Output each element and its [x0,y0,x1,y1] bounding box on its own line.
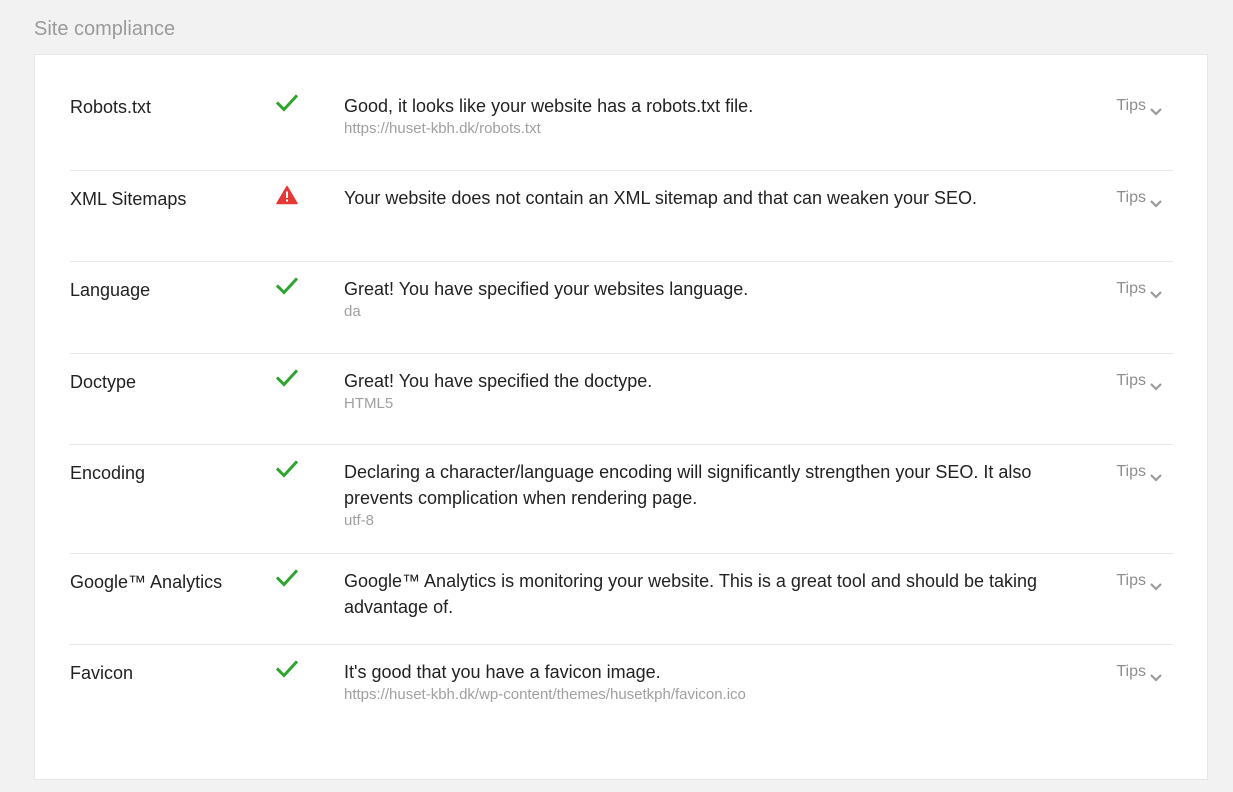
message-detail: da [344,303,361,320]
row-label: XML Sitemaps [70,189,187,209]
check-icon [276,93,300,117]
row-message: Great! You have specified your websites … [344,276,1044,322]
message-detail: utf-8 [344,512,375,529]
message-text: Great! You have specified your websites … [344,279,749,299]
row-message: It's good that you have a favicon image.… [344,659,1044,705]
row-label: Doctype [70,372,137,392]
compliance-row: Robots.txt Good, it looks like your websi… [70,79,1173,171]
chevron-down-icon [1149,195,1163,208]
message-text: Good, it looks like your website has a r… [344,96,754,116]
compliance-row: Doctype Great! You have specified the doc… [70,354,1173,445]
chevron-down-icon [1149,669,1163,682]
row-message: Your website does not contain an XML sit… [344,185,1044,211]
message-text: Declaring a character/language encoding … [344,462,1032,508]
warning-icon [276,185,300,209]
tips-toggle[interactable]: Tips [1116,462,1163,482]
message-text: It's good that you have a favicon image. [344,662,661,682]
chevron-down-icon [1149,578,1163,591]
row-label: Language [70,280,151,300]
tips-label: Tips [1116,280,1146,297]
compliance-list: Robots.txt Good, it looks like your websi… [70,79,1173,736]
tips-label: Tips [1116,372,1146,389]
compliance-row: Language Great! You have specified your w… [70,262,1173,354]
tips-label: Tips [1116,463,1146,480]
row-label: Encoding [70,463,146,483]
row-label: Robots.txt [70,97,152,117]
compliance-row: Favicon It's good that you have a favicon… [70,645,1173,736]
message-detail: https://huset-kbh.dk/wp-content/themes/h… [344,686,746,703]
check-icon [276,459,300,483]
message-detail: https://huset-kbh.dk/robots.txt [344,120,541,137]
row-message: Great! You have specified the doctype. HT… [344,368,1044,414]
message-text: Great! You have specified the doctype. [344,371,653,391]
section-title: Site compliance [34,18,176,40]
tips-label: Tips [1116,97,1146,114]
tips-label: Tips [1116,572,1146,589]
message-detail: HTML5 [344,395,394,412]
compliance-row: Google™ Analytics Google™ Analytics is mo… [70,554,1173,645]
message-text: Google™ Analytics is monitoring your web… [344,571,1038,617]
row-label: Google™ Analytics [70,572,223,592]
message-text: Your website does not contain an XML sit… [344,188,978,208]
tips-toggle[interactable]: Tips [1116,571,1163,591]
compliance-row: XML Sitemaps Your website does not contai… [70,171,1173,262]
tips-toggle[interactable]: Tips [1116,96,1163,116]
chevron-down-icon [1149,378,1163,391]
check-icon [276,276,300,300]
tips-toggle[interactable]: Tips [1116,188,1163,208]
row-message: Declaring a character/language encoding … [344,459,1044,531]
compliance-card: Robots.txt Good, it looks like your websi… [34,54,1208,780]
tips-toggle[interactable]: Tips [1116,371,1163,391]
row-message: Good, it looks like your website has a r… [344,93,1044,139]
tips-toggle[interactable]: Tips [1116,279,1163,299]
compliance-row: Encoding Declaring a character/language e… [70,445,1173,554]
chevron-down-icon [1149,103,1163,116]
tips-toggle[interactable]: Tips [1116,662,1163,682]
tips-label: Tips [1116,189,1146,206]
check-icon [276,568,300,592]
tips-label: Tips [1116,663,1146,680]
chevron-down-icon [1149,469,1163,482]
row-label: Favicon [70,663,134,683]
check-icon [276,368,300,392]
row-message: Google™ Analytics is monitoring your web… [344,568,1044,620]
chevron-down-icon [1149,286,1163,299]
check-icon [276,659,300,683]
